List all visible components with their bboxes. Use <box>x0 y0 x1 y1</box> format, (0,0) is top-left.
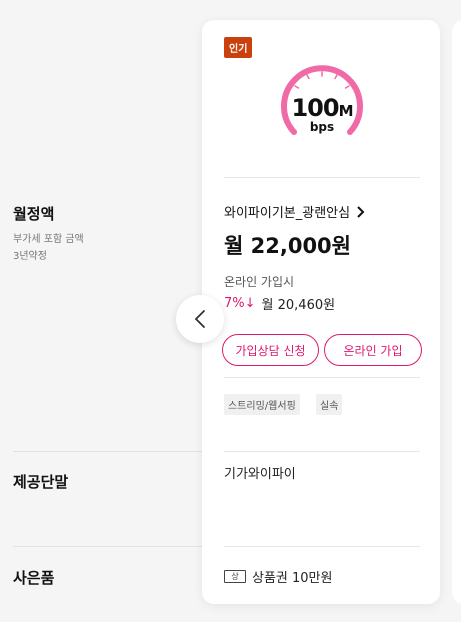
device-label: 제공단말 <box>13 473 69 491</box>
discount-row: 7%↓ 월 20,460원 <box>224 294 335 313</box>
plan-name-link[interactable]: 와이파이기본_광랜안심 <box>224 202 365 221</box>
plan-name: 와이파이기본_광랜안심 <box>224 206 351 221</box>
contract-term-note: 3년약정 <box>13 251 47 262</box>
gift-label-group: 사은품 <box>13 567 54 588</box>
vat-included-note: 부가세 포함 금액 <box>13 234 84 245</box>
speed-unit: bps <box>309 120 335 134</box>
tag-streaming: 스트리밍/웹서핑 <box>224 394 300 415</box>
consult-request-button[interactable]: 가입상담 신청 <box>222 334 319 366</box>
online-join-button[interactable]: 온라인 가입 <box>324 334 422 366</box>
online-signup-label: 온라인 가입시 <box>224 275 295 289</box>
device-label-group: 제공단말 <box>13 471 68 492</box>
gift-card-icon: 상 <box>224 570 246 583</box>
device-name: 기가와이파이 <box>224 467 296 482</box>
down-arrow-icon: ↓ <box>244 296 256 311</box>
discount-price: 월 20,460원 <box>261 298 336 313</box>
gift-label: 사은품 <box>13 569 55 587</box>
tag-value: 실속 <box>316 394 343 415</box>
discount-percent: 7%↓ <box>224 296 256 311</box>
chevron-right-icon <box>357 205 365 218</box>
row-divider <box>13 546 202 547</box>
monthly-fee-label: 월정액 <box>13 205 55 223</box>
chevron-left-icon <box>194 310 205 328</box>
gift-text: 상품권 10만원 <box>252 571 333 586</box>
card-divider <box>224 177 420 178</box>
popular-badge: 인기 <box>224 37 253 58</box>
plan-price: 월 22,000원 <box>224 234 351 258</box>
plan-card: 인기 100M bps 와이파이기본_광랜안심 월 22,000원 온라인 가입… <box>202 20 440 604</box>
row-divider <box>13 451 202 452</box>
card-divider <box>224 377 420 378</box>
gift-row: 상 상품권 10만원 <box>224 567 332 586</box>
card-divider <box>224 451 420 452</box>
card-divider <box>224 546 420 547</box>
next-plan-card[interactable] <box>452 20 461 604</box>
monthly-fee-label-group: 월정액 부가세 포함 금액 3년약정 <box>13 203 84 265</box>
prev-slide-button[interactable] <box>176 295 224 343</box>
speed-value: 100M <box>291 94 353 122</box>
